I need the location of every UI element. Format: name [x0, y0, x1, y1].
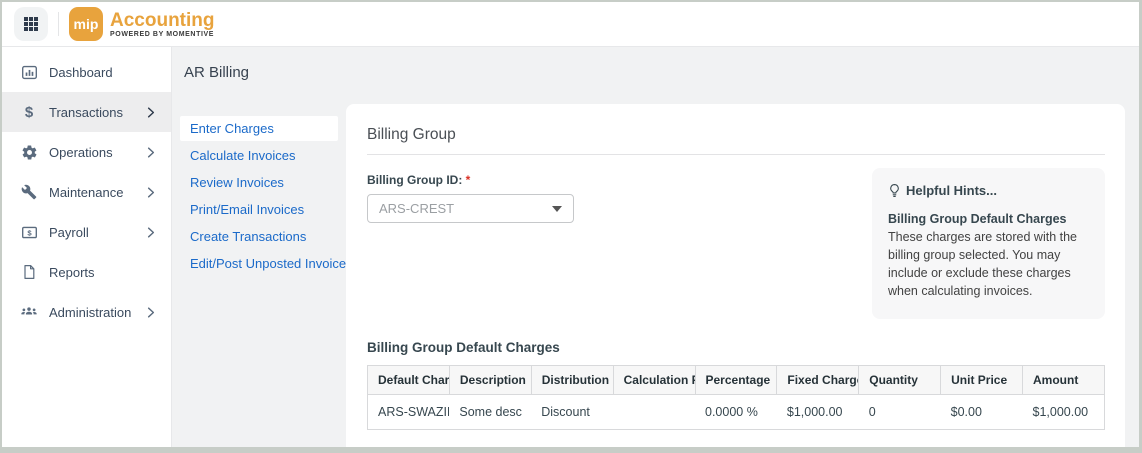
sidebar-item-reports[interactable]: Reports [2, 252, 171, 292]
table-cell: ARS-SWAZIL [368, 394, 450, 429]
sidebar-item-label: Administration [49, 305, 136, 320]
subnav-item-enter-charges[interactable]: Enter Charges [180, 116, 338, 141]
subnav-item-calculate-invoices[interactable]: Calculate Invoices [180, 143, 338, 168]
sidebar-item-maintenance[interactable]: Maintenance [2, 172, 171, 212]
column-header-description[interactable]: Description [449, 365, 531, 394]
app-window: mip Accounting POWERED BY MOMENTIVE Dash… [0, 0, 1142, 453]
sidebar-item-label: Payroll [49, 225, 136, 240]
billing-group-id-label-text: Billing Group ID: [367, 173, 462, 187]
charges-table: Default Char...DescriptionDistribution .… [367, 365, 1105, 430]
app-header: mip Accounting POWERED BY MOMENTIVE [2, 2, 1139, 47]
page-content: AR Billing Enter ChargesCalculate Invoic… [172, 47, 1139, 447]
app-grid-button[interactable] [14, 7, 48, 41]
helpful-hints-body: These charges are stored with the billin… [888, 228, 1089, 301]
sidebar-nav: Dashboard $ Transactions Operations Maintena… [2, 47, 172, 447]
chevron-right-icon [147, 227, 155, 238]
column-header-quantity[interactable]: Quantity [859, 365, 941, 394]
billing-group-id-label: Billing Group ID: * [367, 173, 872, 187]
section-divider [367, 154, 1105, 155]
column-header-unit-price[interactable]: Unit Price [941, 365, 1023, 394]
subnav-item-create-transactions[interactable]: Create Transactions [180, 224, 338, 249]
table-cell: 0 [859, 394, 941, 429]
administration-icon [20, 303, 38, 321]
payroll-icon: $ [20, 224, 38, 241]
page-title: AR Billing [172, 47, 1139, 104]
table-cell: Discount [531, 394, 613, 429]
operations-icon [20, 144, 38, 161]
caret-down-icon [552, 206, 562, 212]
brand-block: Accounting POWERED BY MOMENTIVE [110, 11, 215, 38]
column-header-fixed-charge[interactable]: Fixed Charge [777, 365, 859, 394]
required-marker: * [466, 173, 471, 187]
table-cell: $0.00 [941, 394, 1023, 429]
sidebar-item-label: Transactions [49, 105, 136, 120]
app-name: Accounting [110, 11, 215, 30]
subnav-item-edit-post-unposted-invoices[interactable]: Edit/Post Unposted Invoices [180, 251, 338, 276]
subnav-item-print-email-invoices[interactable]: Print/Email Invoices [180, 197, 338, 222]
column-header-percentage[interactable]: Percentage [695, 365, 777, 394]
helpful-hints-subtitle: Billing Group Default Charges [888, 212, 1089, 226]
sidebar-item-administration[interactable]: Administration [2, 292, 171, 332]
sidebar-item-label: Operations [49, 145, 136, 160]
maintenance-icon [20, 184, 38, 200]
sidebar-item-label: Maintenance [49, 185, 136, 200]
helpful-hints-title: Helpful Hints... [906, 183, 997, 198]
lightbulb-icon [888, 183, 901, 198]
main-card: Billing Group Billing Group ID: * ARS-CR… [346, 104, 1125, 447]
billing-group-select[interactable]: ARS-CREST [367, 194, 574, 223]
app-tagline: POWERED BY MOMENTIVE [110, 31, 215, 38]
sidebar-item-transactions[interactable]: $ Transactions [2, 92, 171, 132]
table-cell: $1,000.00 [777, 394, 859, 429]
chevron-right-icon [147, 107, 155, 118]
table-cell: 0.0000 % [695, 394, 777, 429]
transactions-icon: $ [20, 105, 38, 120]
header-divider [58, 12, 59, 36]
table-row[interactable]: ARS-SWAZILSome descDiscount0.0000 %$1,00… [368, 394, 1105, 429]
subnav-item-review-invoices[interactable]: Review Invoices [180, 170, 338, 195]
sidebar-item-label: Reports [49, 265, 155, 280]
chevron-right-icon [147, 187, 155, 198]
section-title: Billing Group [367, 126, 1105, 144]
sidebar-item-label: Dashboard [49, 65, 155, 80]
table-cell: Some desc [449, 394, 531, 429]
table-cell [613, 394, 695, 429]
billing-group-select-value: ARS-CREST [379, 201, 454, 216]
app-grid-icon [23, 16, 39, 32]
mip-logo: mip [69, 7, 103, 41]
column-header-default-char[interactable]: Default Char... [368, 365, 450, 394]
svg-text:$: $ [27, 228, 32, 237]
sidebar-item-operations[interactable]: Operations [2, 132, 171, 172]
charges-table-title: Billing Group Default Charges [367, 340, 1105, 355]
sidebar-item-payroll[interactable]: $ Payroll [2, 212, 171, 252]
sidebar-item-dashboard[interactable]: Dashboard [2, 52, 171, 92]
column-header-amount[interactable]: Amount [1023, 365, 1105, 394]
helpful-hints-panel: Helpful Hints... Billing Group Default C… [872, 168, 1105, 319]
column-header-distribution[interactable]: Distribution ... [531, 365, 613, 394]
horizontal-scrollbar[interactable] [2, 447, 1139, 453]
table-cell: $1,000.00 [1023, 394, 1105, 429]
dashboard-icon [20, 64, 38, 81]
column-header-calculation-p[interactable]: Calculation P... [613, 365, 695, 394]
chevron-right-icon [147, 307, 155, 318]
chevron-right-icon [147, 147, 155, 158]
reports-icon [20, 264, 38, 280]
subnav: Enter ChargesCalculate InvoicesReview In… [172, 104, 346, 447]
